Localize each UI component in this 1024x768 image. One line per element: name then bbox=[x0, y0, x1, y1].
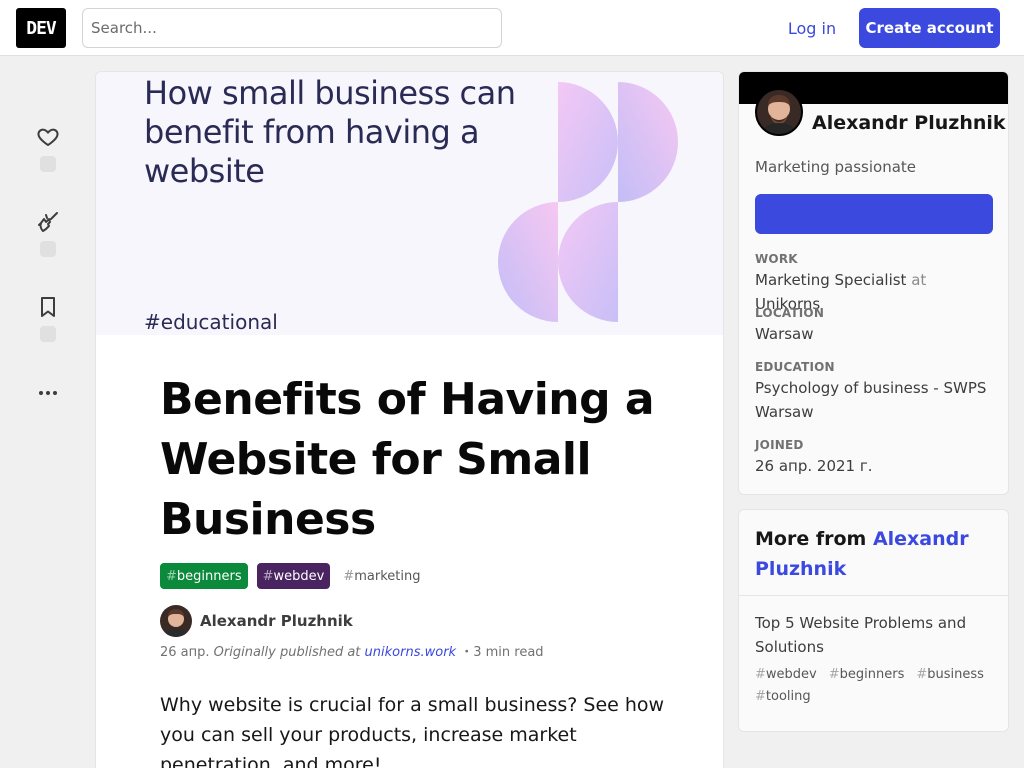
education-label: EDUCATION bbox=[755, 360, 835, 374]
create-account-button[interactable]: Create account bbox=[859, 8, 1000, 48]
more-from-prefix: More from bbox=[755, 528, 867, 550]
more-actions[interactable] bbox=[28, 381, 68, 405]
profile-name[interactable]: Alexandr Pluzhnik bbox=[812, 112, 1006, 134]
article-card: How small business can benefit from havi… bbox=[95, 71, 724, 768]
profile-education: EDUCATION Psychology of business - SWPS … bbox=[755, 360, 995, 424]
ellipsis-icon bbox=[39, 391, 57, 395]
cover-art bbox=[498, 82, 678, 322]
tag-label: marketing bbox=[354, 568, 421, 584]
divider bbox=[739, 595, 1008, 596]
profile-avatar[interactable] bbox=[755, 88, 803, 136]
tag-label: beginners bbox=[176, 568, 242, 584]
author-avatar[interactable] bbox=[160, 605, 192, 637]
unicorn-reaction[interactable] bbox=[28, 210, 68, 257]
dev-logo[interactable]: DEV bbox=[16, 8, 66, 48]
tag-beginners[interactable]: # beginners bbox=[160, 563, 248, 589]
tag-hash: # bbox=[262, 568, 274, 584]
cover-tag: #educational bbox=[144, 310, 278, 334]
more-tag-business[interactable]: #business bbox=[916, 667, 984, 682]
tag-label: tooling bbox=[765, 689, 811, 704]
article-author[interactable]: Alexandr Pluzhnik bbox=[160, 605, 353, 637]
bookmark-reaction[interactable] bbox=[28, 295, 68, 342]
profile-bio: Marketing passionate bbox=[755, 158, 917, 176]
profile-joined: JOINED 26 апр. 2021 г. bbox=[755, 438, 995, 478]
top-header: DEV Log in Create account bbox=[0, 0, 1024, 56]
heart-count bbox=[40, 156, 56, 172]
joined-label: JOINED bbox=[755, 438, 804, 452]
more-post-title[interactable]: Top 5 Website Problems and Solutions bbox=[755, 611, 995, 659]
more-post-tags: #webdev #beginners #business #tooling bbox=[755, 667, 995, 704]
publish-date: 26 апр. bbox=[160, 645, 210, 660]
tag-hash: # bbox=[166, 568, 177, 584]
tag-hash: # bbox=[755, 689, 766, 704]
joined-value: 26 апр. 2021 г. bbox=[755, 457, 873, 475]
unicorn-count bbox=[40, 241, 56, 257]
tag-label: beginners bbox=[839, 667, 905, 682]
more-tag-tooling[interactable]: #tooling bbox=[755, 689, 811, 704]
article-tags: # beginners # webdev # marketing bbox=[160, 563, 425, 589]
author-name[interactable]: Alexandr Pluzhnik bbox=[200, 612, 353, 630]
bookmark-icon bbox=[41, 297, 55, 317]
heart-icon bbox=[37, 128, 59, 146]
location-label: LOCATION bbox=[755, 306, 825, 320]
originally-published: Originally published at bbox=[213, 645, 361, 660]
profile-location: LOCATION Warsaw bbox=[755, 306, 995, 346]
tag-hash: # bbox=[828, 667, 840, 682]
login-link[interactable]: Log in bbox=[776, 9, 848, 47]
article-title: Benefits of Having a Website for Small B… bbox=[160, 374, 655, 545]
education-value: Psychology of business - SWPS Warsaw bbox=[755, 379, 987, 421]
follow-button[interactable] bbox=[755, 194, 993, 234]
tag-hash: # bbox=[916, 667, 928, 682]
read-time: ・3 min read bbox=[460, 645, 544, 660]
origin-link[interactable]: unikorns.work bbox=[365, 645, 457, 660]
tag-label: webdev bbox=[765, 667, 817, 682]
work-label: WORK bbox=[755, 252, 798, 266]
search-input[interactable] bbox=[82, 8, 502, 48]
more-tag-beginners[interactable]: #beginners bbox=[829, 667, 905, 682]
article-intro: Why website is crucial for a small busin… bbox=[160, 694, 665, 768]
article-meta: 26 апр. Originally published at unikorns… bbox=[160, 641, 544, 660]
cover-title: How small business can benefit from havi… bbox=[144, 74, 516, 190]
author-card: Alexandr Pluzhnik Marketing passionate W… bbox=[738, 71, 1009, 495]
tag-label: webdev bbox=[273, 568, 325, 584]
work-role: Marketing Specialist bbox=[755, 271, 907, 289]
cover-image: How small business can benefit from havi… bbox=[96, 72, 723, 335]
more-from-card: More from Alexandr Pluzhnik Top 5 Websit… bbox=[738, 509, 1009, 732]
tag-marketing[interactable]: # marketing bbox=[339, 563, 424, 589]
heart-reaction[interactable] bbox=[28, 125, 68, 172]
more-from-heading: More from Alexandr Pluzhnik bbox=[755, 524, 995, 584]
tag-hash: # bbox=[343, 568, 355, 584]
unicorn-icon bbox=[38, 212, 58, 232]
location-value: Warsaw bbox=[755, 325, 814, 343]
tag-webdev[interactable]: # webdev bbox=[256, 563, 331, 589]
more-tag-webdev[interactable]: #webdev bbox=[755, 667, 817, 682]
tag-label: business bbox=[927, 667, 984, 682]
work-at: at bbox=[911, 271, 927, 289]
bookmark-count bbox=[40, 326, 56, 342]
tag-hash: # bbox=[755, 667, 766, 682]
